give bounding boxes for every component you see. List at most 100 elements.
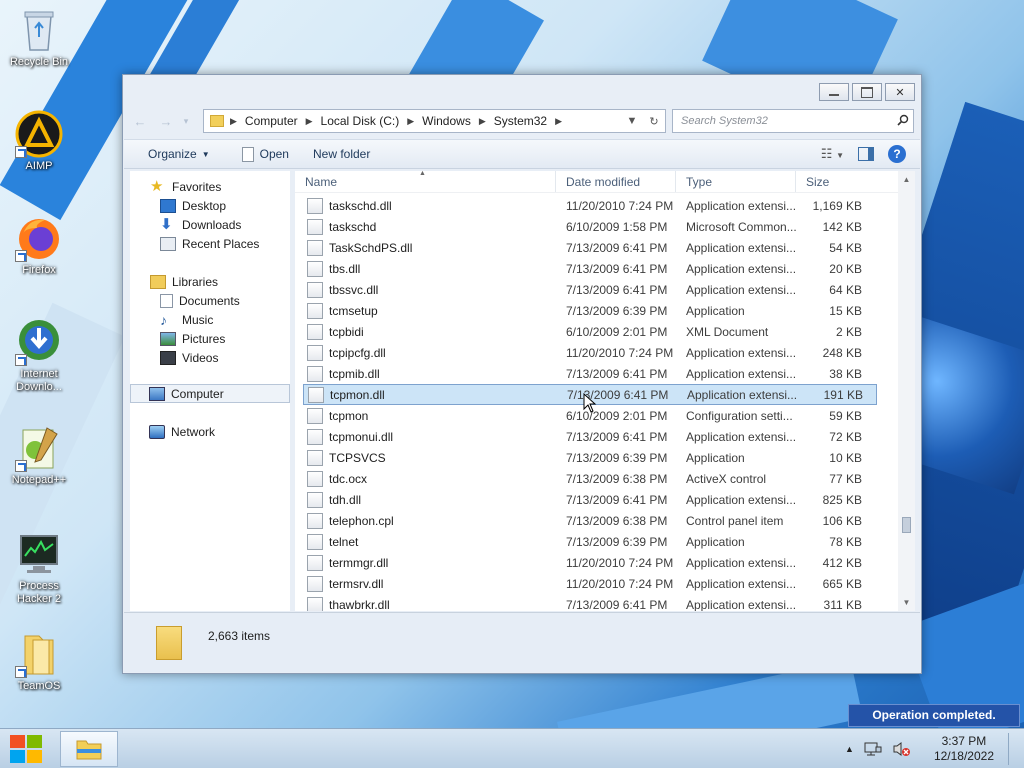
recent-pages-dropdown[interactable]: ▾ [177,112,195,130]
organize-label: Organize [148,147,197,161]
nav-libraries[interactable]: Libraries [150,272,290,291]
breadcrumb-system32[interactable]: System32 [494,114,547,128]
file-row[interactable]: tcmsetup 7/13/2009 6:39 PM Application 15 K… [303,300,877,321]
desktop-icon-notepad-plus-plus[interactable]: Notepad++ [1,424,77,487]
file-row[interactable]: TCPSVCS 7/13/2009 6:39 PM Application 10 KB [303,447,877,468]
file-size: 54 KB [829,240,862,255]
chevron-right-icon[interactable]: ▶ [407,116,414,127]
show-desktop-button[interactable] [1008,733,1016,765]
nav-desktop[interactable]: Desktop [160,196,290,215]
nav-videos[interactable]: Videos [160,348,290,367]
forward-button[interactable]: → [157,112,175,130]
help-icon[interactable]: ? [888,145,906,163]
chevron-right-icon[interactable]: ▶ [479,116,486,127]
address-bar[interactable]: ▶ Computer ▶ Local Disk (C:) ▶ Windows ▶… [203,109,666,133]
column-header-date[interactable]: Date modified [556,171,676,192]
start-button[interactable] [8,734,44,764]
preview-pane-icon[interactable] [858,147,874,161]
file-row[interactable]: tdc.ocx 7/13/2009 6:38 PM ActiveX control 7… [303,468,877,489]
desktop-icon-label: Notepad++ [11,474,67,486]
file-row[interactable]: tcpmonui.dll 7/13/2009 6:41 PM Application… [303,426,877,447]
file-date: 7/13/2009 6:41 PM [566,366,668,381]
file-row[interactable]: telephon.cpl 7/13/2009 6:38 PM Control pan… [303,510,877,531]
file-row[interactable]: tcpmib.dll 7/13/2009 6:41 PM Application e… [303,363,877,384]
file-icon [307,281,323,298]
file-row[interactable]: tcpipcfg.dll 11/20/2010 7:24 PM Applicatio… [303,342,877,363]
file-row[interactable]: tbssvc.dll 7/13/2009 6:41 PM Application e… [303,279,877,300]
file-size: 311 KB [823,597,862,612]
desktop-icon-aimp[interactable]: AIMP [1,110,77,173]
chevron-right-icon[interactable]: ▶ [555,116,562,127]
clock[interactable]: 3:37 PM 12/18/2022 [934,734,994,764]
nav-music[interactable]: ♪ Music [160,310,290,329]
windows-logo-icon [27,735,42,748]
close-button[interactable]: ✕ [885,83,915,101]
volume-muted-icon[interactable] [892,741,910,757]
nav-pictures[interactable]: Pictures [160,329,290,348]
column-header-size[interactable]: Size [796,171,902,192]
file-icon [307,533,323,550]
desktop-icon-teamos[interactable]: TeamOS [1,630,77,693]
file-name-cell: termsrv.dll [303,575,556,592]
desktop-icon-firefox[interactable]: Firefox [1,214,77,277]
vertical-scrollbar[interactable]: ▲ ▼ [898,171,915,611]
view-options-icon[interactable]: ☷ ▼ [821,146,844,162]
refresh-icon[interactable]: ↻ [643,115,665,128]
scroll-up-arrow[interactable]: ▲ [898,171,915,188]
desktop-icon-process-hacker[interactable]: Process Hacker 2 [1,530,77,606]
file-date: 7/13/2009 6:38 PM [566,513,668,528]
file-row[interactable]: tcpbidi 6/10/2009 2:01 PM XML Document 2 KB [303,321,877,342]
desktop-icon-recycle-bin[interactable]: Recycle Bin [1,6,77,69]
nav-computer[interactable]: Computer [130,384,290,403]
file-row[interactable]: TaskSchdPS.dll 7/13/2009 6:41 PM Applicati… [303,237,877,258]
file-row[interactable]: taskschd 6/10/2009 1:58 PM Microsoft Commo… [303,216,877,237]
network-icon[interactable] [864,741,882,757]
file-name: taskschd [329,219,377,234]
scroll-thumb[interactable] [902,517,911,533]
command-bar: Organize ▼ Open New folder ☷ ▼ ? [124,139,920,169]
nav-documents[interactable]: Documents [160,291,290,310]
file-row[interactable]: taskschd.dll 11/20/2010 7:24 PM Applicatio… [303,195,877,216]
breadcrumb-local-disk[interactable]: Local Disk (C:) [321,114,400,128]
breadcrumb-computer[interactable]: Computer [245,114,298,128]
file-row[interactable]: thawbrkr.dll 7/13/2009 6:41 PM Application… [303,594,877,611]
minimize-button[interactable] [819,83,849,101]
nav-recent-places[interactable]: Recent Places [160,234,290,253]
music-icon: ♪ [160,311,167,328]
nav-network[interactable]: Network [130,422,290,441]
open-button[interactable]: Open [241,146,289,162]
search-icon[interactable] [893,114,913,129]
maximize-button[interactable] [852,83,882,101]
file-row[interactable]: tbs.dll 7/13/2009 6:41 PM Application exte… [303,258,877,279]
desktop-icon-label: Process Hacker 2 [16,580,62,605]
address-history-dropdown[interactable]: ▼ [621,115,643,127]
chevron-right-icon[interactable]: ▶ [306,116,313,127]
column-header-name[interactable]: Name ▲ [295,171,556,192]
file-row[interactable]: termsrv.dll 11/20/2010 7:24 PM Application… [303,573,877,594]
nav-favorites[interactable]: ★ Favorites [150,177,290,196]
column-header-type[interactable]: Type [676,171,796,192]
nav-downloads[interactable]: ⬇ Downloads [160,215,290,234]
file-row[interactable]: tdh.dll 7/13/2009 6:41 PM Application exte… [303,489,877,510]
file-name-cell: tbs.dll [303,260,556,277]
new-folder-button[interactable]: New folder [313,147,370,161]
navigation-pane: ★ Favorites Desktop ⬇ Downloads Recent P… [130,171,290,611]
file-row[interactable]: telnet 7/13/2009 6:39 PM Application 78 KB [303,531,877,552]
search-box[interactable]: Search System32 [672,109,914,133]
taskbar-explorer-button[interactable] [60,731,118,767]
show-hidden-icons-arrow[interactable]: ▲ [845,744,854,754]
file-name-cell: telephon.cpl [303,512,556,529]
search-input[interactable]: Search System32 [681,115,893,127]
chevron-right-icon[interactable]: ▶ [230,116,237,127]
column-header-label: Size [806,175,830,189]
desktop-icon-internet-download-manager[interactable]: Internet Downlo... [1,318,77,394]
organize-button[interactable]: Organize ▼ [148,147,210,161]
back-button[interactable]: ← [131,112,149,130]
file-icon [307,218,323,235]
file-name-cell: taskschd [303,218,556,235]
breadcrumb-windows[interactable]: Windows [422,114,471,128]
file-row[interactable]: termmgr.dll 11/20/2010 7:24 PM Application… [303,552,877,573]
scroll-down-arrow[interactable]: ▼ [898,594,915,611]
file-list-pane: Name ▲ Date modified Type Size taskschd.… [295,171,915,611]
notification-toast[interactable]: Operation completed. [848,704,1020,727]
